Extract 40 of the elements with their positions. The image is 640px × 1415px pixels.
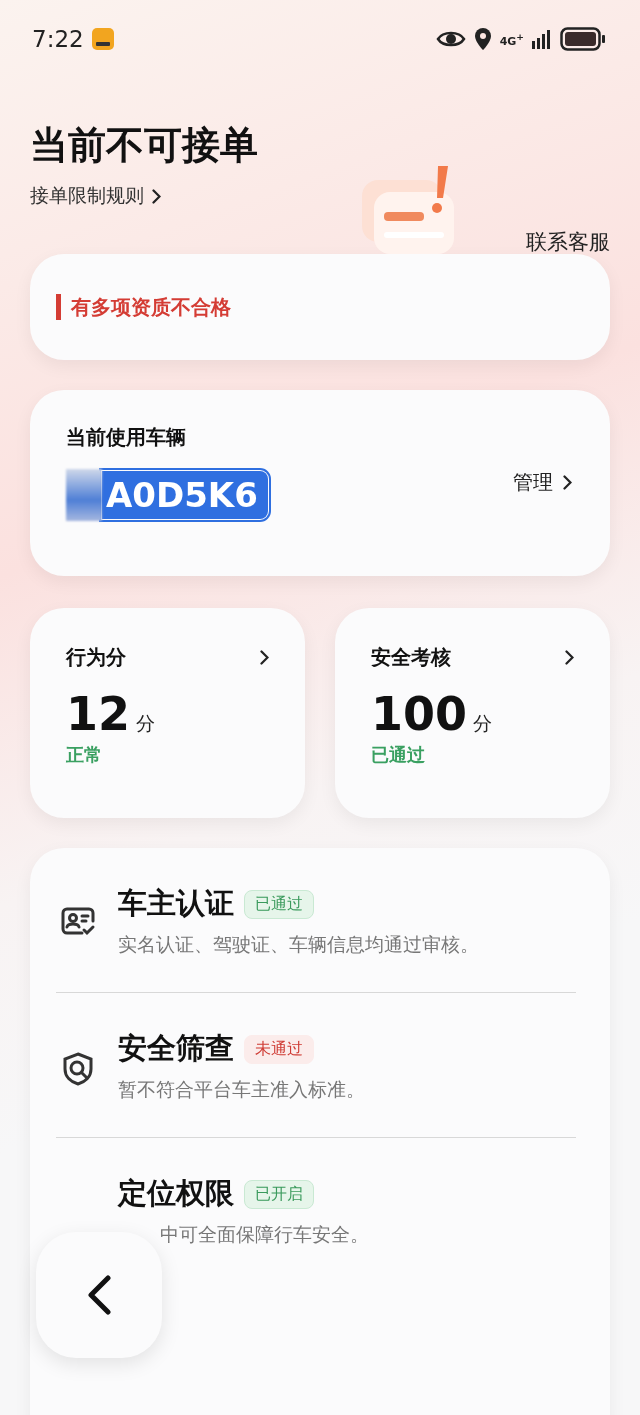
chevron-right-icon <box>563 474 572 490</box>
status-tag: 已开启 <box>244 1179 314 1209</box>
app-icon <box>91 28 114 50</box>
chevron-right-icon <box>152 188 161 204</box>
check-description: 实名认证、驾驶证、车辆信息均通过审核。 <box>118 932 479 957</box>
signal-icon <box>532 29 552 49</box>
back-button[interactable] <box>36 1232 162 1358</box>
score-value: 12 <box>66 687 130 741</box>
page-title: 当前不可接单 <box>30 122 258 169</box>
id-card-icon <box>60 906 96 938</box>
check-description: 暂不符合平台车主准入标准。 <box>118 1077 365 1102</box>
vehicle-label: 当前使用车辆 <box>66 425 186 449</box>
license-plate: A0D5K6 <box>102 471 268 519</box>
score-title[interactable]: 行为分 <box>66 644 269 671</box>
score-status: 已通过 <box>371 743 426 767</box>
check-title: 安全筛查 <box>118 1030 234 1067</box>
network-type: 4G$^{+}$ <box>499 30 524 48</box>
check-description: 中可全面保障行车安全。 <box>159 1222 369 1247</box>
status-tag: 未通过 <box>244 1034 314 1064</box>
back-icon <box>86 1275 112 1315</box>
support-link[interactable]: 联系客服 <box>526 228 610 256</box>
eye-icon <box>435 29 466 49</box>
battery-icon <box>560 27 606 51</box>
score-unit: 分 <box>473 711 493 736</box>
status-tag: 已通过 <box>244 889 314 919</box>
check-title: 车主认证 <box>118 885 234 922</box>
status-time: 7:22 <box>32 26 84 52</box>
chevron-right-icon <box>260 650 269 665</box>
location-icon <box>473 27 492 51</box>
chevron-right-icon <box>565 650 574 665</box>
check-title: 定位权限 <box>118 1175 234 1212</box>
score-title[interactable]: 安全考核 <box>371 644 574 671</box>
manage-link[interactable]: 管理 <box>513 468 572 496</box>
blurred-region <box>66 469 102 521</box>
score-status: 正常 <box>66 743 103 767</box>
rules-link[interactable]: 接单限制规则 <box>30 183 161 209</box>
shield-search-icon <box>61 1051 95 1087</box>
score-unit: 分 <box>136 711 155 736</box>
score-value: 100 <box>371 687 468 741</box>
alert-text: 有多项资质不合格 <box>56 294 231 320</box>
